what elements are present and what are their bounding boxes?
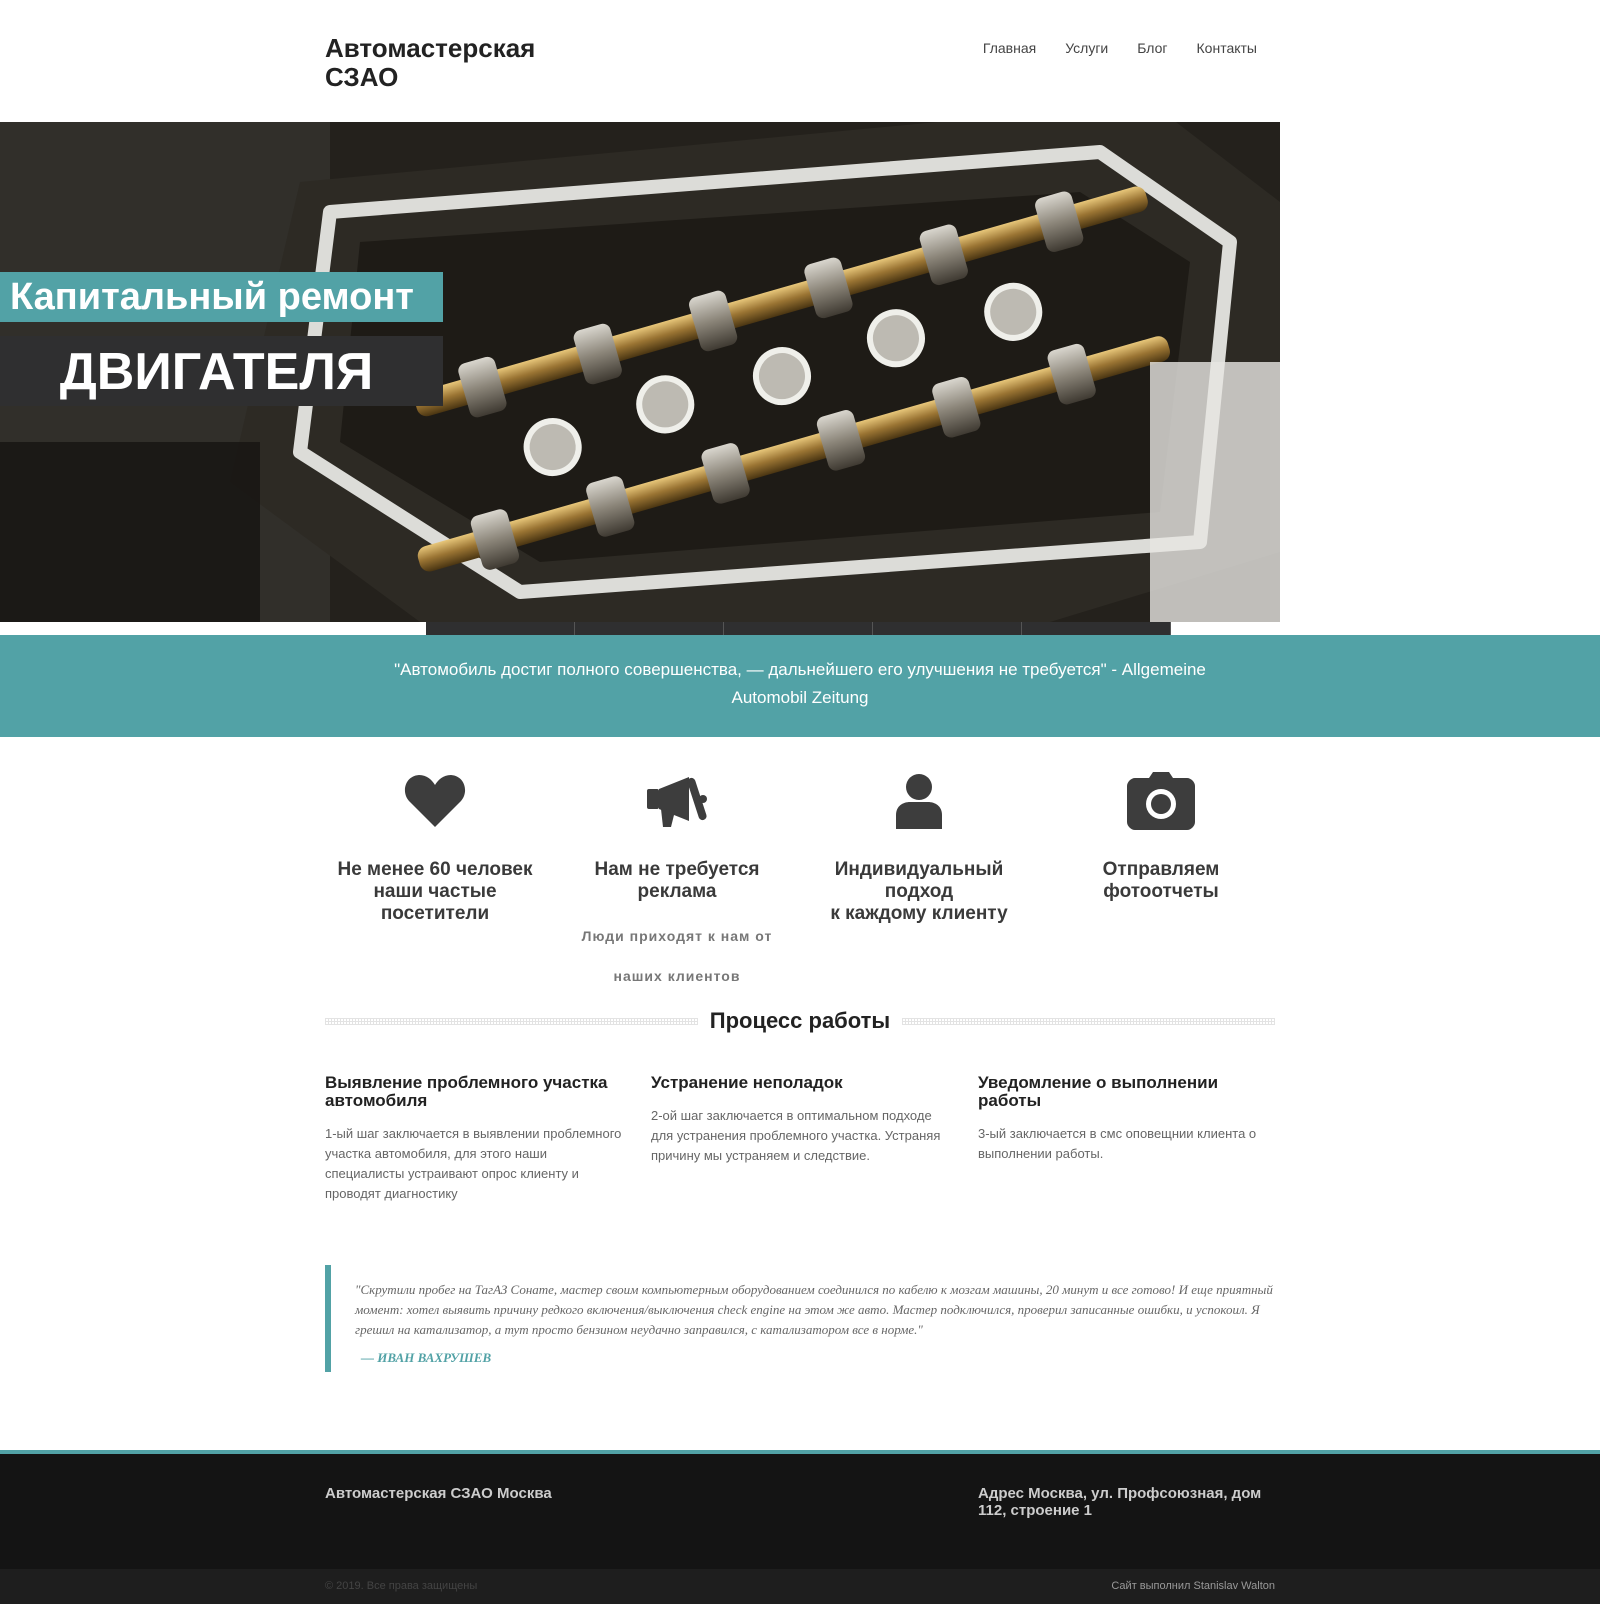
quote-banner: "Автомобиль достиг полного совершенства,… [0, 635, 1600, 737]
feature-regulars: Не менее 60 человек наши частые посетите… [315, 765, 555, 925]
feature-photo-reports: Отправляем фотоотчеты [1041, 765, 1281, 903]
step-title: Уведомление о выполнении работы [978, 1073, 1219, 1110]
feature-individual: Индивидуальный подход к каждому клиенту [799, 765, 1039, 925]
site-logo-text[interactable]: Автомастерская СЗАО [325, 34, 585, 92]
user-icon [799, 765, 1039, 837]
quote-text: "Автомобиль достиг полного совершенства,… [394, 660, 1206, 707]
hero-title-line2: ДВИГАТЕЛЯ [0, 336, 443, 406]
main-nav: Главная Услуги Блог Контакты [954, 40, 1257, 56]
divider-dots [325, 1017, 698, 1025]
hero-title-line1: Капитальный ремонт [0, 272, 443, 322]
nav-item-blog[interactable]: Блог [1137, 40, 1167, 56]
testimonial: "Скрутили пробег на ТагАЗ Сонате, мастер… [325, 1265, 1275, 1372]
footer-address: Адрес Москва, ул. Профсоюзная, дом 112, … [978, 1485, 1262, 1519]
slider-pagination [426, 622, 1171, 635]
nav-item-home[interactable]: Главная [983, 40, 1036, 56]
feature-desc: Люди приходят к нам от наших клиентов [581, 928, 773, 984]
slider-dot[interactable] [575, 622, 724, 635]
process-heading: Процесс работы [325, 1006, 1275, 1036]
testimonial-text: "Скрутили пробег на ТагАЗ Сонате, мастер… [355, 1282, 1273, 1337]
heart-icon [315, 765, 555, 837]
slider-dot[interactable] [426, 622, 575, 635]
slider-dot[interactable] [1022, 622, 1171, 635]
slider-dot[interactable] [724, 622, 873, 635]
step-text: 2-ой шаг заключается в оптимальном подхо… [651, 1108, 941, 1163]
footer-bottom-bar: © 2019. Все права защищены Сайт выполнил… [0, 1569, 1600, 1604]
nav-item-services[interactable]: Услуги [1065, 40, 1108, 56]
process-step-3: Уведомление о выполнении работы 3-ый зак… [978, 1074, 1278, 1164]
feature-title: Нам не требуется реклама [594, 859, 760, 902]
feature-no-ads: Нам не требуется реклама Люди приходят к… [557, 765, 797, 996]
feature-title: Отправляем фотоотчеты [1102, 859, 1220, 902]
step-title: Выявление проблемного участка автомобиля [325, 1073, 608, 1110]
step-text: 1-ый шаг заключается в выявлении проблем… [325, 1126, 622, 1201]
footer-company: Автомастерская СЗАО Москва [325, 1485, 552, 1502]
site-credit[interactable]: Сайт выполнил Stanislav Walton [1111, 1580, 1275, 1592]
process-step-2: Устранение неполадок 2-ой шаг заключаетс… [651, 1074, 951, 1166]
nav-item-contacts[interactable]: Контакты [1197, 40, 1257, 56]
hero-slider[interactable]: Капитальный ремонт ДВИГАТЕЛЯ [0, 122, 1280, 622]
step-title: Устранение неполадок [651, 1073, 843, 1092]
divider-dots [902, 1017, 1275, 1025]
slider-dot[interactable] [873, 622, 1022, 635]
step-text: 3-ый заключается в смс оповещнии клиента… [978, 1126, 1257, 1161]
section-title: Процесс работы [709, 1008, 891, 1033]
megaphone-icon [557, 765, 797, 837]
feature-title: Не менее 60 человек наши частые посетите… [337, 859, 533, 924]
copyright: © 2019. Все права защищены [325, 1580, 478, 1592]
process-step-1: Выявление проблемного участка автомобиля… [325, 1074, 625, 1204]
feature-title: Индивидуальный подход к каждому клиенту [830, 859, 1008, 924]
footer: Автомастерская СЗАО Москва Адрес Москва,… [0, 1454, 1600, 1569]
camera-icon [1041, 765, 1281, 837]
testimonial-author: — ИВАН ВАХРУШЕВ [361, 1350, 492, 1365]
